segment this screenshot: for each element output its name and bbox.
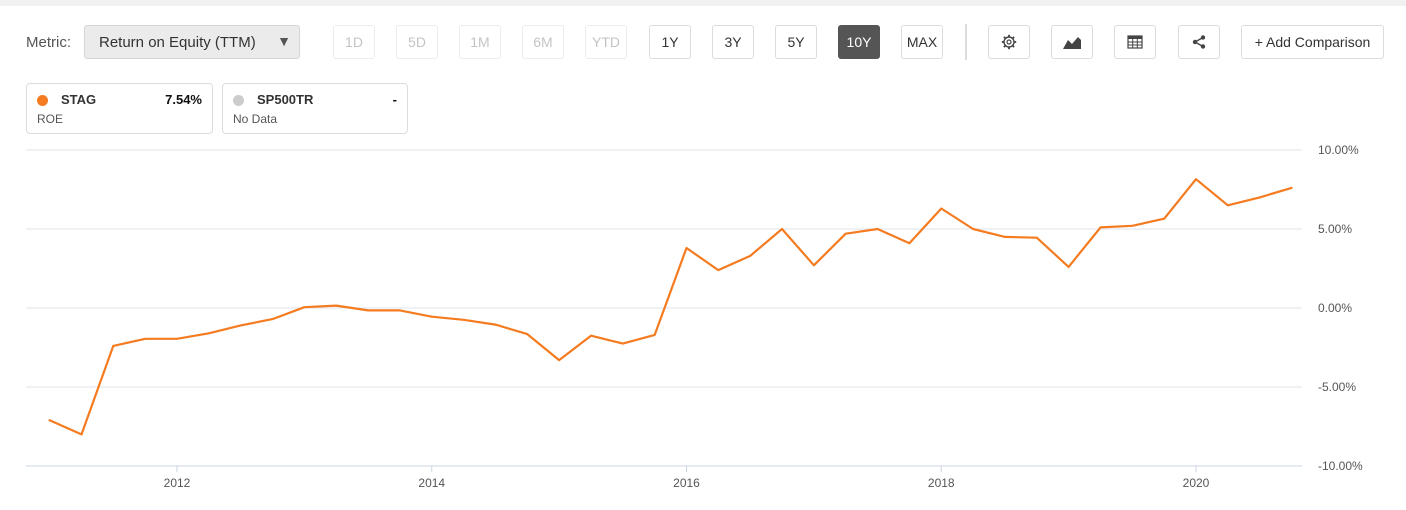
gear-icon	[1001, 34, 1017, 50]
y-tick-label: -10.00%	[1318, 459, 1363, 473]
x-tick-label: 2016	[673, 476, 700, 490]
legend-card-stag[interactable]: STAG 7.54% ROE	[26, 83, 213, 134]
legend-ticker: STAG	[61, 92, 97, 107]
legend-ticker: SP500TR	[257, 92, 314, 107]
series-line-stag	[48, 178, 1293, 436]
toolbar-divider	[965, 24, 967, 60]
range-button-5d[interactable]: 5D	[396, 25, 438, 59]
range-button-1y[interactable]: 1Y	[649, 25, 691, 59]
table-view-button[interactable]	[1114, 25, 1156, 59]
metric-label: Metric:	[26, 34, 71, 51]
y-tick-label: 0.00%	[1318, 301, 1352, 315]
x-tick-label: 2020	[1183, 476, 1210, 490]
metric-select-value: Return on Equity (TTM)	[99, 34, 256, 51]
legend-status: No Data	[233, 112, 278, 126]
x-tick-label: 2018	[928, 476, 955, 490]
range-button-1d[interactable]: 1D	[333, 25, 375, 59]
range-button-ytd[interactable]: YTD	[585, 25, 627, 59]
range-button-1m[interactable]: 1M	[459, 25, 501, 59]
add-comparison-button[interactable]: + Add Comparison	[1241, 25, 1384, 59]
range-button-5y[interactable]: 5Y	[775, 25, 817, 59]
metric-select[interactable]: Return on Equity (TTM) ▼	[84, 25, 300, 59]
chart-type-button[interactable]	[1051, 25, 1093, 59]
y-tick-label: 10.00%	[1318, 143, 1359, 157]
range-button-3y[interactable]: 3Y	[712, 25, 754, 59]
legend-value: 7.54%	[165, 92, 202, 107]
y-tick-label: 5.00%	[1318, 222, 1352, 236]
x-tick-label: 2014	[418, 476, 445, 490]
table-icon	[1127, 35, 1143, 49]
legend-card-sp500tr[interactable]: SP500TR - No Data	[222, 83, 408, 134]
chevron-down-icon: ▼	[277, 33, 291, 49]
x-tick-label: 2012	[164, 476, 191, 490]
top-strip	[0, 0, 1406, 6]
area-chart-icon	[1063, 37, 1081, 49]
legend-value: -	[392, 92, 397, 107]
series-color-dot	[37, 95, 48, 106]
share-icon	[1192, 35, 1206, 49]
range-button-6m[interactable]: 6M	[522, 25, 564, 59]
range-button-max[interactable]: MAX	[901, 25, 943, 59]
settings-button[interactable]	[988, 25, 1030, 59]
chart-toolbar: Metric: Return on Equity (TTM) ▼ 1D 5D 1…	[0, 24, 1406, 60]
share-button[interactable]	[1178, 25, 1220, 59]
series-color-dot	[233, 95, 244, 106]
y-tick-label: -5.00%	[1318, 380, 1356, 394]
roe-line-chart: 10.00% 5.00% 0.00% -5.00% -10.00% 2012 2014 201…	[26, 143, 1363, 490]
legend-metric-name: ROE	[37, 112, 64, 126]
range-button-10y[interactable]: 10Y	[838, 25, 880, 59]
